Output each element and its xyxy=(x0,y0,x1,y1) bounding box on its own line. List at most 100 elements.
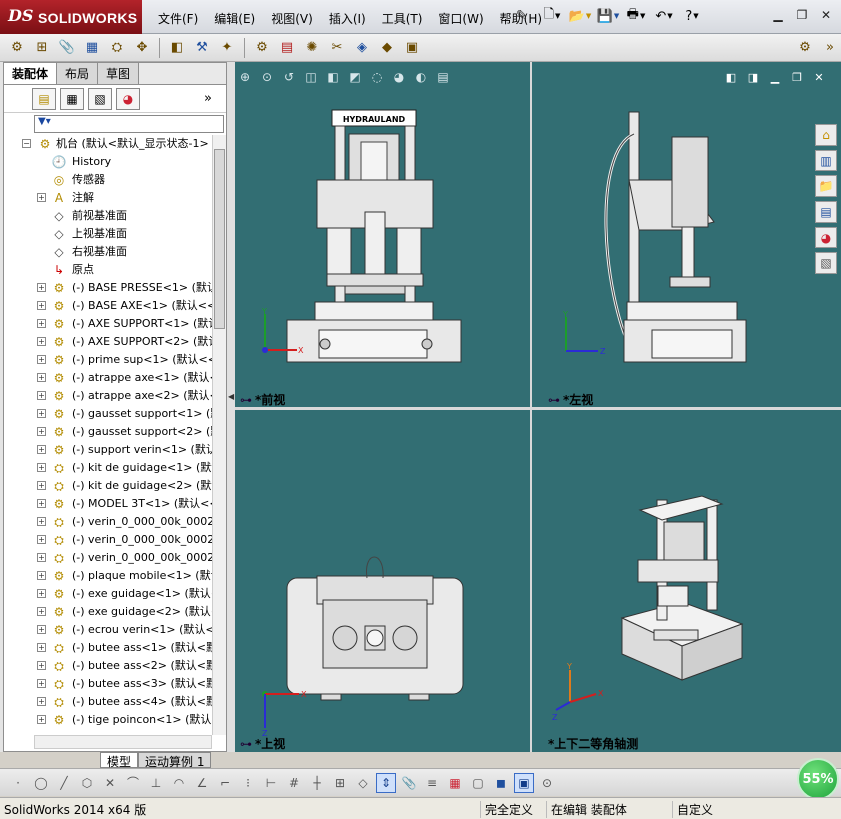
tree-item[interactable]: + ⛭ (-) verin_0_000_00k_0002_1 xyxy=(4,531,212,549)
tree-item[interactable]: + A 注解 xyxy=(4,189,212,207)
expand-icon[interactable]: + xyxy=(37,589,46,598)
expand-icon[interactable]: + xyxy=(37,661,46,670)
section-view-icon[interactable]: ◫ xyxy=(303,69,319,85)
move-component-icon[interactable]: ✥ xyxy=(131,37,153,59)
display-style-icon[interactable]: ◩ xyxy=(347,69,363,85)
link-views-icon[interactable]: ⊶ xyxy=(240,393,252,407)
new-motion-study-icon[interactable]: ⚙ xyxy=(251,37,273,59)
tree-item[interactable]: 🕘 History xyxy=(4,153,212,171)
menu-edit[interactable]: 编辑(E) xyxy=(206,10,263,27)
tree-item[interactable]: + ⚙ (-) atrappe axe<1> (默认<< xyxy=(4,369,212,387)
tab-model[interactable]: 模型 xyxy=(100,752,139,769)
tab-motion-study[interactable]: 运动算例 1 xyxy=(138,752,212,769)
camera-icon[interactable]: ⊙ xyxy=(537,773,557,793)
tree-item[interactable]: ◇ 上视基准面 xyxy=(4,225,212,243)
save-icon[interactable]: 💾 ▼ xyxy=(596,5,620,27)
close-viewport-icon[interactable]: ✕ xyxy=(811,70,827,84)
tree-item[interactable]: + ⚙ (-) gausset support<1> (默 xyxy=(4,405,212,423)
assembly-features-icon[interactable]: ⚒ xyxy=(191,37,213,59)
solidworks-logo[interactable]: DS SOLIDWORKS xyxy=(0,0,142,34)
explode-line-sketch-icon[interactable]: ✂ xyxy=(326,37,348,59)
centerline-icon[interactable]: ┼ xyxy=(307,773,327,793)
custom-properties-icon[interactable]: ▧ xyxy=(815,252,837,275)
tree-item[interactable]: + ⚙ (-) ecrou verin<1> (默认<< xyxy=(4,621,212,639)
tab-sketch[interactable]: 草图 xyxy=(98,63,140,84)
shaded-cube-icon[interactable]: ◼ xyxy=(491,773,511,793)
instant3d-icon[interactable]: ▣ xyxy=(401,37,423,59)
tree-item[interactable]: + ⚙ (-) BASE PRESSE<1> (默认< xyxy=(4,279,212,297)
appearances-icon[interactable]: ◕ xyxy=(815,226,837,249)
expand-icon[interactable]: + xyxy=(37,499,46,508)
expand-icon[interactable]: + xyxy=(37,697,46,706)
expand-icon[interactable]: + xyxy=(37,463,46,472)
zoom-to-area-icon[interactable]: ⊙ xyxy=(259,69,275,85)
help-icon[interactable]: ? ▼ xyxy=(680,5,704,27)
expand-icon[interactable]: + xyxy=(37,679,46,688)
clearance-verification-icon[interactable]: ◆ xyxy=(376,37,398,59)
menu-view[interactable]: 视图(V) xyxy=(263,10,321,27)
viewport-isometric[interactable]: Y X Z xyxy=(532,410,841,752)
expand-icon[interactable]: + xyxy=(37,553,46,562)
bill-of-materials-icon[interactable]: ▤ xyxy=(276,37,298,59)
polygon-icon[interactable]: ⬡ xyxy=(77,773,97,793)
tree-item[interactable]: + ⛭ (-) butee ass<2> (默认<默认 xyxy=(4,657,212,675)
tree-filter-icon[interactable]: ▼▾ xyxy=(34,115,224,133)
next-viewport-icon[interactable]: ◨ xyxy=(745,70,761,84)
interference-detection-icon[interactable]: ◈ xyxy=(351,37,373,59)
tree-item[interactable]: + ⚙ (-) gausset support<2> (默认 xyxy=(4,423,212,441)
arc-icon[interactable]: ◠ xyxy=(169,773,189,793)
link-views-icon[interactable]: ⊶ xyxy=(548,393,560,407)
previous-viewport-icon[interactable]: ◧ xyxy=(723,70,739,84)
tree-item[interactable]: + ⛭ (-) kit de guidage<2> (默认 xyxy=(4,477,212,495)
previous-view-icon[interactable]: ↺ xyxy=(281,69,297,85)
undo-icon[interactable]: ↶ ▼ xyxy=(652,5,676,27)
restore-icon[interactable]: ❐ xyxy=(793,7,811,23)
selected-cube-icon[interactable]: ▣ xyxy=(514,772,534,793)
tree-horizontal-scrollbar[interactable] xyxy=(34,735,212,749)
mate-icon[interactable]: 📎 xyxy=(56,37,78,59)
grid-icon[interactable]: # xyxy=(284,773,304,793)
view-orientation-icon[interactable]: ◧ xyxy=(325,69,341,85)
progress-indicator[interactable]: 55% xyxy=(797,758,839,800)
tree-item[interactable]: + ⚙ (-) atrappe axe<2> (默认<< xyxy=(4,387,212,405)
collapse-panel-icon[interactable]: ◀ xyxy=(228,392,234,401)
point-icon[interactable]: · xyxy=(8,773,28,793)
tree-item[interactable]: + ⚙ (-) plaque mobile<1> (默认 xyxy=(4,567,212,585)
expand-icon[interactable]: + xyxy=(37,355,46,364)
design-library-icon[interactable]: ▥ xyxy=(815,149,837,172)
menu-window[interactable]: 窗口(W) xyxy=(430,10,491,27)
linear-pattern-icon[interactable]: ▦ xyxy=(81,37,103,59)
circle-icon[interactable]: ◯ xyxy=(31,773,51,793)
expand-icon[interactable]: + xyxy=(37,283,46,292)
tree-item[interactable]: ◇ 右视基准面 xyxy=(4,243,212,261)
collapse-icon[interactable]: − xyxy=(22,139,31,148)
viewport-front[interactable]: HYDRAULAND Y X xyxy=(235,62,530,407)
tree-item[interactable]: + ⛭ (-) kit de guidage<1> (默认 xyxy=(4,459,212,477)
tree-item[interactable]: + ⚙ (-) exe guidage<1> (默认< xyxy=(4,585,212,603)
sketch-point-icon[interactable]: ⁝ xyxy=(238,773,258,793)
menu-insert[interactable]: 插入(I) xyxy=(321,10,374,27)
expand-icon[interactable]: + xyxy=(37,445,46,454)
tree-root-item[interactable]: − ⚙ 机台 (默认<默认_显示状态-1> xyxy=(4,135,212,153)
expand-icon[interactable]: + xyxy=(37,301,46,310)
tree-item[interactable]: + ⚙ (-) AXE SUPPORT<2> (默认 xyxy=(4,333,212,351)
view-palette-icon[interactable]: ▤ xyxy=(815,201,837,223)
expand-icon[interactable]: + xyxy=(37,409,46,418)
viewport-divider-horizontal[interactable] xyxy=(235,407,841,410)
tab-assembly[interactable]: 装配体 xyxy=(4,63,58,84)
box-outline-icon[interactable]: ▢ xyxy=(468,773,488,793)
midpoint-icon[interactable]: ⊥ xyxy=(146,773,166,793)
tree-item[interactable]: + ⛭ (-) butee ass<4> (默认<默认 xyxy=(4,693,212,711)
expand-icon[interactable]: + xyxy=(37,517,46,526)
expand-icon[interactable]: + xyxy=(37,625,46,634)
print-icon[interactable]: 🖶 ▼ xyxy=(624,5,648,27)
expand-icon[interactable]: + xyxy=(37,643,46,652)
expand-icon[interactable]: + xyxy=(37,607,46,616)
tree-vertical-scrollbar[interactable] xyxy=(212,135,226,735)
expand-icon[interactable]: + xyxy=(37,427,46,436)
expand-icon[interactable]: + xyxy=(37,373,46,382)
reference-geometry-icon[interactable]: ✦ xyxy=(216,37,238,59)
menu-file[interactable]: 文件(F) xyxy=(150,10,206,27)
mate-tool-icon[interactable]: ◇ xyxy=(353,773,373,793)
hide-show-items-icon[interactable]: ◌ xyxy=(369,69,385,85)
